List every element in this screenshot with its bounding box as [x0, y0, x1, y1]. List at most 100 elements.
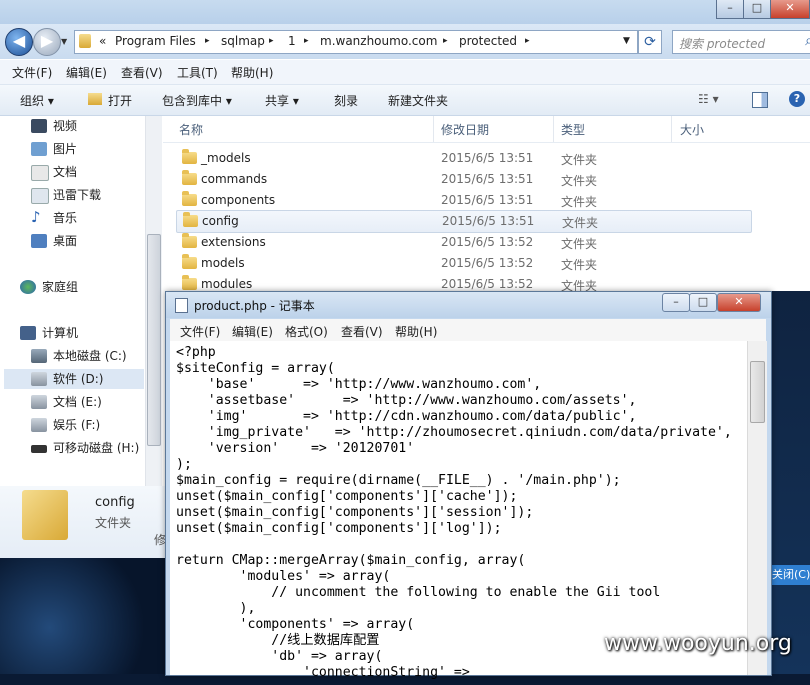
notepad-menu-help[interactable]: 帮助(H)	[395, 323, 437, 340]
nav-scrollbar[interactable]	[145, 116, 162, 486]
address-dropdown-icon[interactable]: ▼	[623, 36, 630, 46]
file-name: commands	[201, 172, 268, 186]
command-bar: 组织 ▾ 打开 包含到库中 ▾ 共享 ▾ 刻录 新建文件夹 ☷ ▾ ?	[0, 85, 810, 116]
file-row[interactable]: components 2015/6/5 13:51 文件夹	[176, 190, 750, 211]
help-icon[interactable]: ?	[789, 91, 805, 107]
file-date: 2015/6/5 13:52	[441, 235, 534, 249]
organize-button[interactable]: 组织 ▾	[20, 92, 54, 109]
menu-help[interactable]: 帮助(H)	[231, 64, 273, 81]
large-folder-icon	[22, 490, 68, 540]
notepad-menu-view[interactable]: 查看(V)	[341, 323, 383, 340]
file-date: 2015/6/5 13:51	[442, 214, 535, 228]
address-input[interactable]: « Program Files ▸ sqlmap ▸ 1 ▸ m.wanzhou…	[74, 30, 638, 54]
notepad-vertical-scrollbar[interactable]	[747, 341, 767, 675]
notepad-window: product.php - 记事本 – □ ✕ 文件(F) 编辑(E) 格式(O…	[165, 291, 772, 680]
forward-button[interactable]: ▶	[33, 28, 61, 56]
column-modified[interactable]: 修改日期	[441, 121, 489, 138]
breadcrumb-sqlmap[interactable]: sqlmap	[221, 34, 265, 48]
drive-icon	[31, 395, 47, 409]
file-date: 2015/6/5 13:51	[441, 193, 534, 207]
file-date: 2015/6/5 13:52	[441, 277, 534, 291]
desktop-background	[770, 291, 810, 674]
minimize-button[interactable]: –	[716, 0, 744, 19]
nav-scroll-thumb[interactable]	[147, 234, 161, 446]
nav-label: 视频	[53, 119, 78, 133]
menu-view[interactable]: 查看(V)	[121, 64, 163, 81]
close-button[interactable]: ✕	[770, 0, 810, 19]
back-button[interactable]: ◀	[5, 28, 33, 56]
nav-label: 音乐	[53, 211, 78, 225]
file-row[interactable]: models 2015/6/5 13:52 文件夹	[176, 253, 750, 274]
computer-icon	[20, 326, 36, 340]
file-name: models	[201, 256, 245, 270]
file-date: 2015/6/5 13:51	[441, 151, 534, 165]
folder-icon	[182, 191, 197, 206]
file-row[interactable]: extensions 2015/6/5 13:52 文件夹	[176, 232, 750, 253]
background-close-button[interactable]: 关闭(C)	[770, 565, 810, 585]
folder-icon	[182, 275, 197, 290]
notepad-menu-edit[interactable]: 编辑(E)	[232, 323, 273, 340]
notepad-close-button[interactable]: ✕	[717, 293, 761, 312]
maximize-button[interactable]: □	[743, 0, 771, 19]
nav-label: 娱乐 (F:)	[53, 418, 101, 432]
nav-label: 文档 (E:)	[53, 395, 102, 409]
recent-pages-dropdown-icon[interactable]: ▼	[61, 37, 67, 46]
burn-button[interactable]: 刻录	[334, 92, 358, 109]
notepad-menu-bar: 文件(F) 编辑(E) 格式(O) 查看(V) 帮助(H)	[170, 319, 766, 341]
file-row[interactable]: _models 2015/6/5 13:51 文件夹	[176, 148, 750, 169]
nav-label: 计算机	[42, 326, 79, 340]
nav-label: 桌面	[53, 234, 78, 248]
folder-icon	[182, 233, 197, 248]
breadcrumb-protected[interactable]: protected	[459, 34, 517, 48]
refresh-button[interactable]: ⟳	[638, 30, 662, 54]
notepad-text-area[interactable]: <?php $siteConfig = array( 'base' => 'ht…	[170, 341, 747, 680]
file-name: components	[201, 193, 276, 207]
column-divider[interactable]	[553, 116, 554, 142]
menu-tools[interactable]: 工具(T)	[177, 64, 218, 81]
file-row[interactable]: commands 2015/6/5 13:51 文件夹	[176, 169, 750, 190]
file-list-header: 名称 修改日期 类型 大小	[163, 116, 810, 143]
breadcrumb-site[interactable]: m.wanzhoumo.com	[320, 34, 437, 48]
notepad-menu-format[interactable]: 格式(O)	[285, 323, 328, 340]
column-divider[interactable]	[433, 116, 434, 142]
file-row-selected[interactable]: config 2015/6/5 13:51 文件夹	[176, 210, 752, 233]
nav-label: 可移动磁盘 (H:)	[53, 441, 140, 455]
nav-label: 图片	[53, 142, 78, 156]
breadcrumb-separator-icon[interactable]: ▸	[205, 36, 210, 46]
nav-item-drive-d[interactable]: 软件 (D:)	[4, 369, 144, 389]
notepad-maximize-button[interactable]: □	[689, 293, 717, 312]
document-icon	[31, 165, 49, 181]
breadcrumb-separator-icon[interactable]: ▸	[269, 36, 274, 46]
desktop-icon	[31, 234, 47, 248]
nav-label: 迅雷下载	[53, 188, 102, 202]
download-icon	[31, 188, 49, 204]
breadcrumb-overflow[interactable]: «	[99, 34, 106, 48]
menu-file[interactable]: 文件(F)	[12, 64, 52, 81]
breadcrumb-1[interactable]: 1	[288, 34, 296, 48]
column-name[interactable]: 名称	[179, 121, 203, 138]
view-options-icon[interactable]: ☷ ▾	[698, 92, 719, 106]
folder-icon	[183, 212, 198, 227]
search-icon[interactable]: ⌕	[805, 33, 810, 49]
breadcrumb-program-files[interactable]: Program Files	[115, 34, 196, 48]
details-name: config	[95, 495, 135, 510]
open-button[interactable]: 打开	[108, 92, 132, 109]
include-in-library-button[interactable]: 包含到库中 ▾	[162, 92, 232, 109]
notepad-menu-file[interactable]: 文件(F)	[180, 323, 220, 340]
share-button[interactable]: 共享 ▾	[265, 92, 299, 109]
notepad-scroll-thumb[interactable]	[750, 361, 765, 423]
column-type[interactable]: 类型	[561, 121, 585, 138]
notepad-minimize-button[interactable]: –	[662, 293, 690, 312]
breadcrumb-separator-icon[interactable]: ▸	[525, 36, 530, 46]
column-divider[interactable]	[671, 116, 672, 142]
column-size[interactable]: 大小	[680, 121, 704, 138]
drive-icon	[31, 372, 47, 386]
notepad-title-bar[interactable]: product.php - 记事本 – □ ✕	[166, 292, 771, 318]
preview-pane-icon[interactable]	[752, 92, 768, 108]
breadcrumb-separator-icon[interactable]: ▸	[443, 36, 448, 46]
file-type: 文件夹	[561, 195, 598, 209]
breadcrumb-separator-icon[interactable]: ▸	[304, 36, 309, 46]
menu-edit[interactable]: 编辑(E)	[66, 64, 107, 81]
new-folder-button[interactable]: 新建文件夹	[388, 92, 448, 109]
search-input[interactable]: 搜索 protected ⌕	[672, 30, 810, 54]
